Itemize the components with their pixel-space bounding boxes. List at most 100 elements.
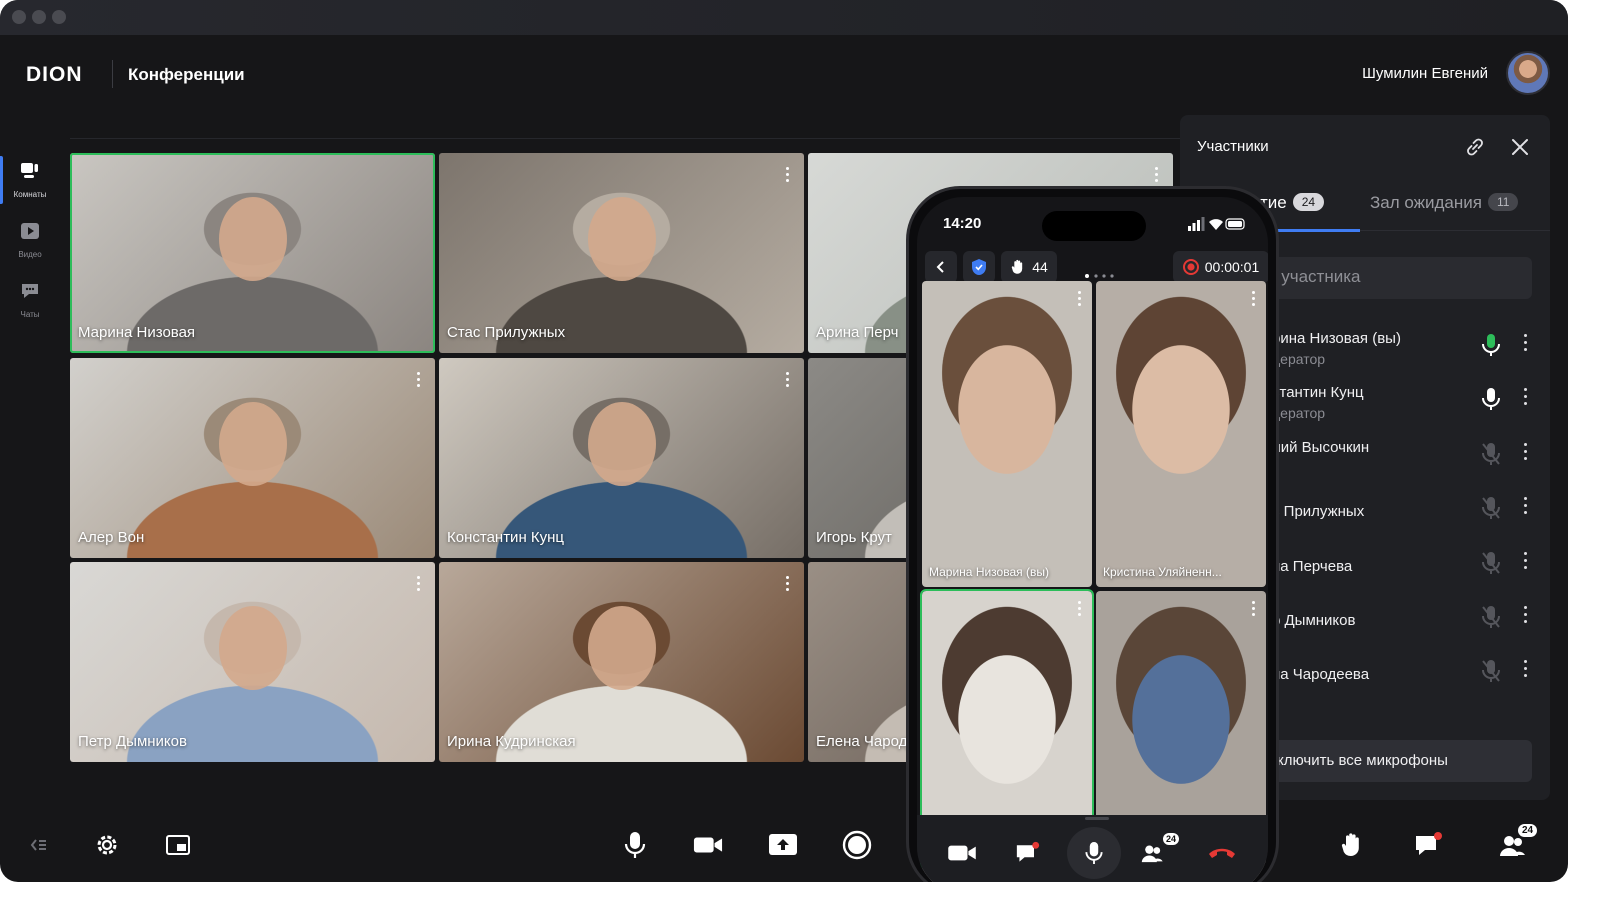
phone-video-tile[interactable]: Марина Низовая (вы) xyxy=(922,281,1092,587)
microphone-muted-icon[interactable] xyxy=(1480,604,1502,630)
participant-name: рина Низовая (вы) xyxy=(1272,330,1401,347)
tab-count-badge: 24 xyxy=(1292,193,1325,211)
participant-name: Кристина Уляйненн... xyxy=(1103,565,1222,579)
collapse-icon xyxy=(30,839,46,851)
sidebar: Комнаты Видео Чаты xyxy=(0,150,60,330)
raised-hands-count: 44 xyxy=(1032,259,1048,275)
more-options-icon[interactable] xyxy=(1524,660,1528,680)
more-options-icon[interactable] xyxy=(1078,291,1082,307)
participant-name: на Перчева xyxy=(1272,558,1353,575)
maximize-window-button[interactable] xyxy=(52,10,66,24)
more-options-icon[interactable] xyxy=(1524,443,1528,463)
avatar[interactable] xyxy=(1506,51,1550,95)
participant-name: Арина Перч xyxy=(816,324,899,341)
phone-participants-button[interactable]: 24 xyxy=(1139,833,1179,869)
more-options-icon[interactable] xyxy=(1155,167,1159,183)
link-icon[interactable] xyxy=(1463,135,1487,159)
user-name[interactable]: Шумилин Евгений xyxy=(1362,65,1488,82)
microphone-muted-icon[interactable] xyxy=(1480,550,1502,576)
search-placeholder: и участника xyxy=(1267,267,1361,286)
record-button[interactable] xyxy=(842,830,872,860)
camera-button[interactable] xyxy=(693,830,723,860)
participant-name: Петр Дымников xyxy=(78,733,187,750)
security-button[interactable] xyxy=(963,251,995,283)
collapse-sidebar-button[interactable] xyxy=(24,830,54,860)
more-options-icon[interactable] xyxy=(1252,291,1256,307)
raise-hand-button[interactable] xyxy=(1337,830,1367,860)
more-options-icon[interactable] xyxy=(1524,388,1528,408)
tab-count-badge: 11 xyxy=(1487,193,1519,211)
phone-microphone-button[interactable] xyxy=(1067,827,1121,879)
video-tile[interactable]: Константин Кунц xyxy=(439,358,804,558)
minimize-window-button[interactable] xyxy=(32,10,46,24)
participant-role: дератор xyxy=(1272,405,1326,421)
drag-handle[interactable] xyxy=(1085,817,1109,820)
microphone-muted-icon[interactable] xyxy=(1480,441,1502,467)
more-options-icon[interactable] xyxy=(417,576,421,592)
sidebar-item-label: Чаты xyxy=(20,310,40,319)
pip-button[interactable] xyxy=(163,830,193,860)
status-bar-icons xyxy=(1188,217,1245,231)
video-tile[interactable]: Марина Низовая xyxy=(70,153,435,353)
share-screen-icon xyxy=(769,834,797,855)
panel-title: Участники xyxy=(1197,138,1269,155)
participant-name: р Дымников xyxy=(1272,612,1356,629)
share-screen-button[interactable] xyxy=(768,830,798,860)
participants-count-badge: 24 xyxy=(1518,824,1538,837)
recording-timer[interactable]: 00:00:01 xyxy=(1173,251,1268,283)
close-window-button[interactable] xyxy=(12,10,26,24)
back-button[interactable] xyxy=(925,251,957,283)
participant-face xyxy=(587,402,656,486)
microphone-icon[interactable] xyxy=(1480,332,1502,358)
gear-icon xyxy=(97,835,117,855)
page-title: Конференции xyxy=(128,65,245,84)
phone-camera-button[interactable] xyxy=(945,837,979,869)
video-tile[interactable]: Ирина Кудринская xyxy=(439,562,804,762)
phone-chat-button[interactable] xyxy=(1011,837,1045,869)
more-options-icon[interactable] xyxy=(1524,334,1528,354)
video-play-icon xyxy=(21,223,39,239)
participant-name: на Чародеева xyxy=(1272,666,1370,683)
hang-up-icon xyxy=(1209,848,1235,858)
more-options-icon[interactable] xyxy=(1524,552,1528,572)
app-window: DION Конференции Шумилин Евгений Комнаты… xyxy=(0,0,1568,882)
app-header: DION Конференции Шумилин Евгений xyxy=(0,35,1568,115)
status-time: 14:20 xyxy=(943,215,982,232)
participant-name: Елена Чарод xyxy=(816,733,908,750)
more-options-icon[interactable] xyxy=(1078,601,1082,617)
sidebar-item-rooms[interactable]: Комнаты xyxy=(0,150,60,210)
participant-name: Игорь Крут xyxy=(816,529,892,546)
more-options-icon[interactable] xyxy=(1252,601,1256,617)
sidebar-item-chats[interactable]: Чаты xyxy=(0,270,60,330)
chat-icon xyxy=(22,284,38,298)
participant-face xyxy=(587,606,656,690)
mute-all-label: ключить все микрофоны xyxy=(1277,752,1448,769)
phone-video-tile[interactable]: Кристина Уляйненн... xyxy=(1096,281,1266,587)
call-controls: 24 xyxy=(0,810,1568,882)
more-options-icon[interactable] xyxy=(417,372,421,388)
chat-button[interactable] xyxy=(1414,830,1444,860)
tab-waiting-room[interactable]: Зал ожидания 11 xyxy=(1370,193,1519,213)
microphone-muted-icon[interactable] xyxy=(1480,658,1502,684)
microphone-muted-icon[interactable] xyxy=(1480,495,1502,521)
video-tile[interactable]: Алер Вон xyxy=(70,358,435,558)
participant-name: Марина Низовая xyxy=(78,324,196,341)
more-options-icon[interactable] xyxy=(1524,606,1528,626)
participants-button[interactable]: 24 xyxy=(1494,824,1540,860)
participant-name: Алер Вон xyxy=(78,529,145,546)
more-options-icon[interactable] xyxy=(786,372,790,388)
close-icon[interactable] xyxy=(1508,135,1532,159)
participant-name: с Прилужных xyxy=(1272,503,1365,520)
sidebar-item-video[interactable]: Видео xyxy=(0,210,60,270)
raised-hands-button[interactable]: 44 xyxy=(1001,251,1057,283)
more-options-icon[interactable] xyxy=(786,576,790,592)
video-tile[interactable]: Петр Дымников xyxy=(70,562,435,762)
microphone-button[interactable] xyxy=(620,830,650,860)
settings-button[interactable] xyxy=(92,830,122,860)
end-call-button[interactable] xyxy=(1205,837,1239,869)
microphone-icon xyxy=(624,832,646,858)
more-options-icon[interactable] xyxy=(1524,497,1528,517)
video-tile[interactable]: Стас Прилужных xyxy=(439,153,804,353)
microphone-icon[interactable] xyxy=(1480,386,1502,412)
more-options-icon[interactable] xyxy=(786,167,790,183)
